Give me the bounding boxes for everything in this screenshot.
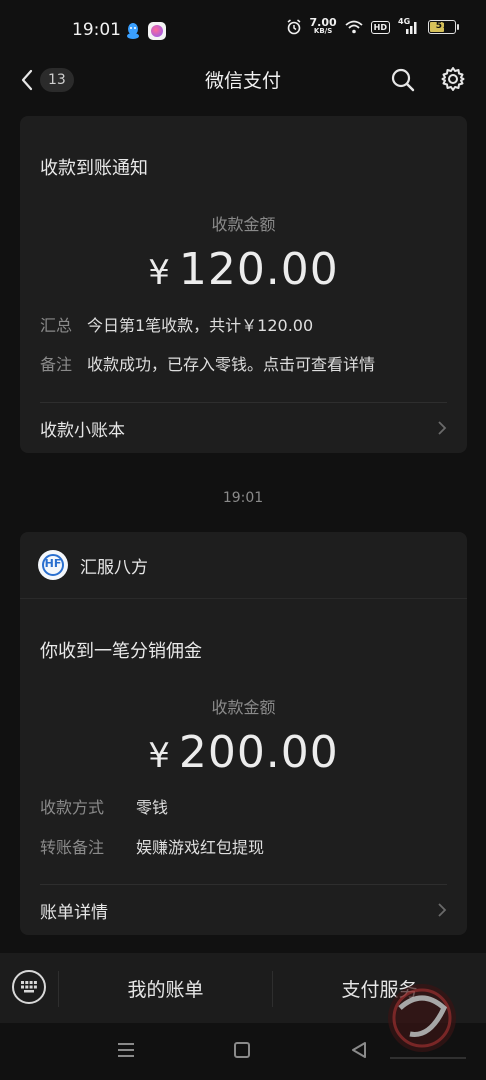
chevron-right-icon (438, 421, 447, 435)
bill-details-label: 账单详情 (40, 902, 108, 923)
currency-symbol: ¥ (148, 736, 171, 776)
ledger-link[interactable]: 收款小账本 (40, 406, 447, 450)
system-back-icon[interactable] (351, 1042, 367, 1058)
detail-key: 收款方式 (40, 798, 105, 817)
detail-key: 汇总 (40, 316, 73, 335)
status-time: 19:01 (72, 20, 121, 40)
status-bar: 19:01 7.00 KB/S HD 4G 57 (0, 0, 486, 60)
amount-number: 120.00 (178, 244, 339, 295)
detail-row: 汇总 今日第1笔收款，共计￥120.00 (40, 312, 313, 336)
amount-label: 收款金额 (211, 698, 276, 717)
card-heading: 你收到一笔分销佣金 (40, 641, 202, 662)
detail-row: 收款方式 零钱 (40, 794, 168, 818)
home-icon[interactable] (234, 1042, 250, 1058)
watermark-seal (388, 984, 466, 1059)
merchant-name: 汇服八方 (80, 557, 148, 578)
nav-header: 13 微信支付 (0, 60, 486, 100)
currency-symbol: ¥ (148, 253, 171, 293)
keyboard-icon (21, 981, 37, 993)
keyboard-toggle-button[interactable] (12, 970, 46, 1004)
detail-value: 今日第1笔收款，共计￥120.00 (87, 316, 314, 335)
amount-value: ¥200.00 (20, 727, 467, 778)
payment-notice-card[interactable]: 收款到账通知 收款金额 ¥120.00 汇总 今日第1笔收款，共计￥120.00… (20, 116, 467, 453)
merchant-header[interactable]: HF 汇服八方 (38, 550, 148, 580)
menu-my-bills[interactable]: 我的账单 (59, 975, 272, 1002)
detail-key: 转账备注 (40, 838, 105, 857)
cell-signal-icon: 4G (398, 17, 420, 34)
commission-card[interactable]: HF 汇服八方 你收到一笔分销佣金 收款金额 ¥200.00 收款方式 零钱 转… (20, 532, 467, 935)
recent-apps-icon[interactable] (117, 1042, 135, 1058)
card-heading: 收款到账通知 (40, 158, 148, 179)
detail-value: 娱赚游戏红包提现 (136, 838, 265, 857)
divider (40, 884, 447, 885)
amount-value: ¥120.00 (20, 244, 467, 295)
message-timestamp: 19:01 (222, 490, 264, 506)
qq-notification-icon (127, 23, 139, 39)
divider (40, 402, 447, 403)
detail-value: 零钱 (136, 798, 169, 817)
chevron-right-icon (438, 903, 447, 917)
app-notification-icon (148, 22, 166, 40)
bill-details-link[interactable]: 账单详情 (40, 888, 447, 932)
alarm-icon (287, 19, 300, 35)
detail-row: 转账备注 娱赚游戏红包提现 (40, 834, 264, 858)
search-icon[interactable] (390, 67, 416, 93)
net-speed: 7.00 KB/S (309, 16, 337, 35)
merchant-logo: HF (38, 550, 68, 580)
divider (20, 598, 467, 599)
ledger-link-label: 收款小账本 (40, 420, 125, 441)
gear-icon[interactable] (440, 66, 466, 92)
battery-icon: 57 (428, 20, 459, 34)
status-right-icons: 7.00 KB/S HD 4G 57 (286, 16, 459, 36)
amount-number: 200.00 (178, 727, 339, 778)
wifi-icon (345, 20, 363, 34)
hd-badge: HD (370, 20, 390, 34)
detail-row: 备注 收款成功，已存入零钱。点击可查看详情 (40, 351, 375, 375)
amount-label: 收款金额 (211, 215, 276, 234)
detail-key: 备注 (40, 355, 73, 374)
detail-value: 收款成功，已存入零钱。点击可查看详情 (87, 355, 376, 374)
